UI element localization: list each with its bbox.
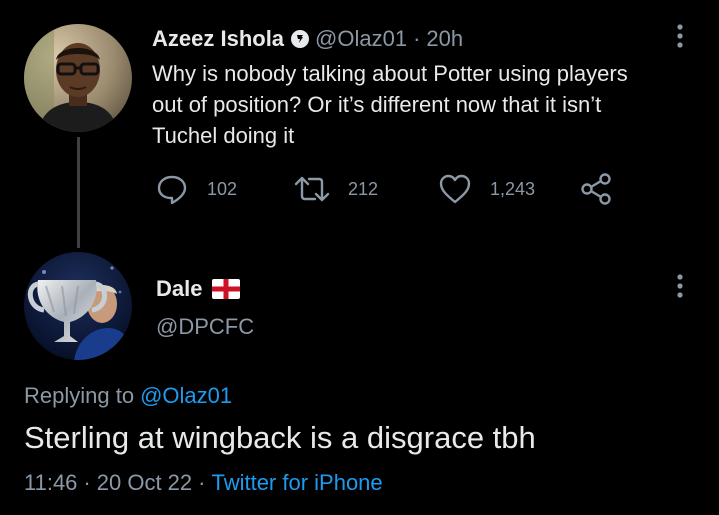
- retweet-count: 212: [348, 178, 379, 199]
- like-button[interactable]: 1,243: [438, 172, 535, 206]
- england-flag-icon: [212, 279, 241, 299]
- reply-icon: [157, 175, 187, 205]
- tweet-source-link[interactable]: Twitter for iPhone: [211, 470, 382, 495]
- author-avatar[interactable]: [24, 24, 132, 132]
- reply-time[interactable]: 11:46: [24, 470, 77, 495]
- reply-button[interactable]: 102: [155, 172, 237, 206]
- share-button[interactable]: [579, 172, 613, 206]
- heart-icon: [439, 174, 471, 204]
- author-name[interactable]: Azeez Ishola: [152, 24, 284, 54]
- avatar-image: [24, 24, 132, 132]
- share-icon: [581, 173, 611, 205]
- reply-count: 102: [207, 178, 238, 199]
- more-options-icon[interactable]: [670, 272, 690, 300]
- reply-metadata: 11:46 · 20 Oct 22 · Twitter for iPhone: [24, 468, 383, 498]
- tweet-time[interactable]: 20h: [426, 24, 463, 54]
- retweet-button[interactable]: 212: [294, 172, 378, 206]
- reply-date[interactable]: 20 Oct 22: [97, 470, 192, 495]
- reply-author-handle[interactable]: @DPCFC: [156, 312, 254, 342]
- replying-to-line: Replying to @Olaz01: [24, 381, 232, 411]
- separator-dot: ·: [83, 470, 91, 495]
- like-count: 1,243: [490, 178, 536, 199]
- avatar-image: [24, 252, 132, 360]
- more-options-icon[interactable]: [670, 22, 690, 50]
- tweet-header: Azeez Ishola @Olaz01 · 20h: [152, 24, 463, 54]
- reply-author-name[interactable]: Dale: [156, 276, 202, 302]
- replying-to-mention[interactable]: @Olaz01: [140, 383, 232, 408]
- author-handle[interactable]: @Olaz01: [315, 24, 407, 54]
- reply-author-avatar[interactable]: [24, 252, 132, 360]
- retweet-icon: [294, 176, 330, 202]
- separator-dot: ·: [198, 470, 206, 495]
- verified-badge-icon: [291, 30, 310, 48]
- replying-to-label: Replying to: [24, 383, 135, 408]
- tweet-text: Why is nobody talking about Potter using…: [152, 61, 628, 148]
- thread-connector: [77, 137, 80, 248]
- reply-author-row: Dale: [156, 274, 241, 304]
- separator-dot: ·: [413, 26, 421, 51]
- reply-text: Sterling at wingback is a disgrace tbh: [24, 420, 536, 455]
